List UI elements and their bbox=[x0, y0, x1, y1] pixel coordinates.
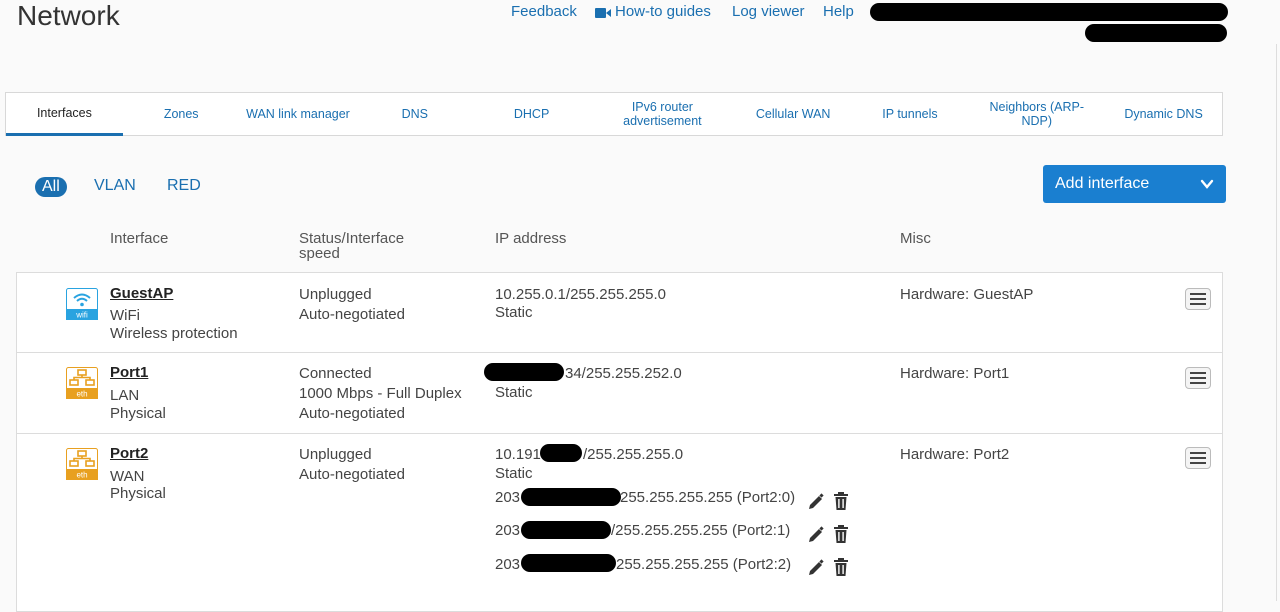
log-viewer-link[interactable]: Log viewer bbox=[732, 3, 805, 20]
trash-icon[interactable] bbox=[833, 558, 849, 582]
filter-all[interactable]: All bbox=[35, 177, 67, 197]
filter-vlan[interactable]: VLAN bbox=[94, 177, 136, 195]
misc-hardware: Hardware: Port1 bbox=[900, 365, 1010, 382]
ethernet-icon: eth bbox=[66, 367, 98, 404]
column-header-misc: Misc bbox=[900, 230, 931, 247]
wifi-icon: wifi bbox=[66, 288, 98, 325]
alias-prefix: 203 bbox=[495, 489, 521, 506]
trash-icon[interactable] bbox=[833, 492, 849, 516]
video-camera-icon bbox=[595, 6, 611, 24]
alias-prefix: 203 bbox=[495, 556, 521, 573]
alias-address: 255.255.255.255 (Port2:2) bbox=[616, 556, 792, 573]
chevron-down-icon bbox=[1200, 177, 1214, 196]
interface-name-link[interactable]: Port2 bbox=[110, 445, 148, 462]
redaction-mark bbox=[1085, 24, 1227, 42]
tab-wan-link-manager[interactable]: WAN link manager bbox=[240, 93, 357, 135]
interface-speed: Auto-negotiated bbox=[299, 306, 405, 323]
page-title: Network bbox=[17, 0, 120, 31]
redaction-mark bbox=[484, 363, 564, 381]
divider bbox=[1276, 44, 1277, 601]
row-menu-button[interactable] bbox=[1185, 447, 1211, 469]
row-divider bbox=[16, 352, 1223, 353]
add-interface-label: Add interface bbox=[1055, 175, 1150, 192]
tab-dynamic-dns[interactable]: Dynamic DNS bbox=[1105, 93, 1222, 135]
tab-dhcp[interactable]: DHCP bbox=[473, 93, 590, 135]
row-menu-button[interactable] bbox=[1185, 288, 1211, 310]
alias-address: 255.255.255.255 (Port2:0) bbox=[620, 489, 796, 506]
add-interface-button[interactable]: Add interface bbox=[1043, 165, 1226, 203]
filter-red[interactable]: RED bbox=[167, 177, 201, 195]
ip-mode: Static bbox=[495, 384, 533, 401]
interface-status: Unplugged bbox=[299, 446, 372, 463]
icon-label: eth bbox=[76, 390, 87, 399]
alias-prefix: 203 bbox=[495, 522, 521, 539]
howto-guides-link[interactable]: How-to guides bbox=[615, 3, 711, 20]
ip-address: 10.255.0.1/255.255.255.0 bbox=[495, 286, 666, 303]
feedback-link[interactable]: Feedback bbox=[511, 3, 577, 20]
interface-type: Physical bbox=[110, 485, 166, 502]
edit-icon[interactable] bbox=[807, 493, 825, 516]
tab-interfaces[interactable]: Interfaces bbox=[6, 93, 123, 136]
redaction-mark bbox=[521, 521, 611, 539]
row-menu-button[interactable] bbox=[1185, 367, 1211, 389]
edit-icon[interactable] bbox=[807, 559, 825, 582]
interface-zone: LAN bbox=[110, 387, 140, 404]
interface-type: Wireless protection bbox=[110, 325, 238, 342]
interface-name-link[interactable]: Port1 bbox=[110, 364, 148, 381]
tab-zones[interactable]: Zones bbox=[123, 93, 240, 135]
misc-hardware: Hardware: Port2 bbox=[900, 446, 1010, 463]
help-link[interactable]: Help bbox=[823, 3, 854, 20]
interface-status: Connected bbox=[299, 365, 372, 382]
interface-duplex: Auto-negotiated bbox=[299, 405, 405, 422]
interface-name-link[interactable]: GuestAP bbox=[110, 285, 173, 302]
ethernet-icon: eth bbox=[66, 448, 98, 485]
interface-speed: Auto-negotiated bbox=[299, 466, 405, 483]
redaction-mark bbox=[521, 554, 616, 572]
icon-label: eth bbox=[76, 471, 87, 480]
redaction-mark bbox=[870, 3, 1228, 21]
interface-type: Physical bbox=[110, 405, 166, 422]
misc-hardware: Hardware: GuestAP bbox=[900, 286, 1034, 303]
interface-zone: WiFi bbox=[110, 307, 140, 324]
column-header-status: Status/Interface speed bbox=[299, 230, 405, 262]
tab-ipv6-router-advertisement[interactable]: IPv6 router advertisement bbox=[590, 93, 735, 135]
column-header-ip: IP address bbox=[495, 230, 567, 247]
icon-label: wifi bbox=[75, 311, 88, 320]
column-header-interface: Interface bbox=[110, 230, 169, 247]
edit-icon[interactable] bbox=[807, 526, 825, 549]
tab-dns[interactable]: DNS bbox=[356, 93, 473, 135]
ip-address: 34/255.255.252.0 bbox=[565, 365, 682, 382]
tab-bar: Interfaces Zones WAN link manager DNS DH… bbox=[5, 92, 1223, 136]
alias-address: /255.255.255.255 (Port2:1) bbox=[611, 522, 791, 539]
row-divider bbox=[16, 433, 1223, 434]
trash-icon[interactable] bbox=[833, 525, 849, 549]
redaction-mark bbox=[540, 444, 582, 462]
tab-ip-tunnels[interactable]: IP tunnels bbox=[852, 93, 969, 135]
redaction-mark bbox=[521, 488, 621, 506]
ip-prefix: 10.191 bbox=[495, 446, 541, 463]
interface-status: Unplugged bbox=[299, 286, 372, 303]
tab-cellular-wan[interactable]: Cellular WAN bbox=[735, 93, 852, 135]
ip-address: /255.255.255.0 bbox=[583, 446, 684, 463]
tab-neighbors[interactable]: Neighbors (ARP-NDP) bbox=[968, 93, 1105, 135]
ip-mode: Static bbox=[495, 304, 533, 321]
interface-speed: 1000 Mbps - Full Duplex bbox=[299, 385, 462, 402]
ip-mode: Static bbox=[495, 465, 533, 482]
